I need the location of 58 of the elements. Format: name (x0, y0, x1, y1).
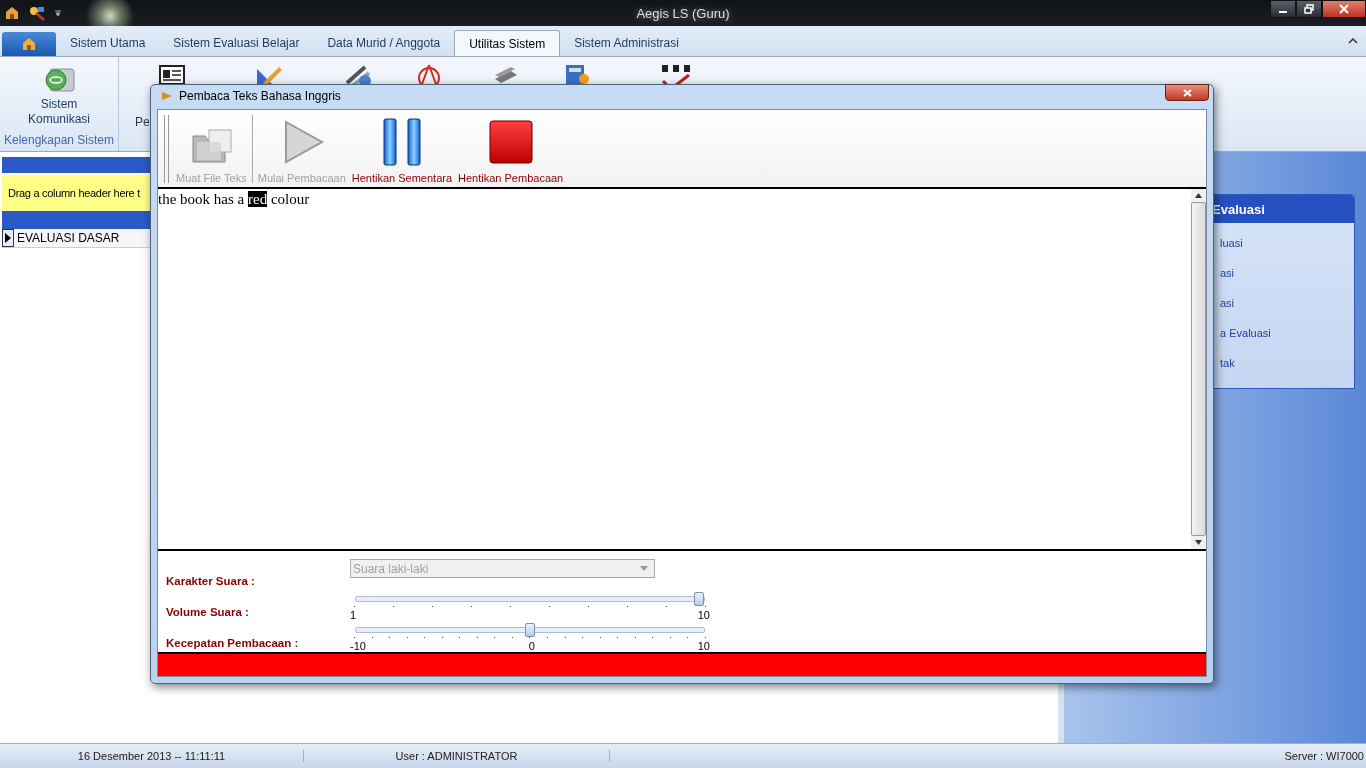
slider-thumb[interactable] (694, 592, 704, 606)
ribbon-tab[interactable]: Utilitas Sistem (454, 30, 561, 56)
ribbon-tab[interactable]: Sistem Utama (56, 30, 160, 56)
scroll-up-icon[interactable] (1195, 193, 1202, 198)
application-menu-button[interactable] (2, 32, 56, 56)
quick-access-icon[interactable] (28, 5, 46, 21)
task-link[interactable]: tak (1220, 355, 1354, 372)
close-button[interactable] (1165, 84, 1209, 101)
close-icon (1182, 88, 1192, 97)
task-link[interactable]: asi (1220, 295, 1354, 312)
task-link[interactable]: asi (1220, 265, 1354, 282)
status-server: Server : WI7000 (1284, 750, 1365, 762)
scrollbar[interactable] (1191, 189, 1206, 549)
customize-icon[interactable] (54, 9, 62, 17)
minimize-button[interactable] (1270, 0, 1296, 18)
setting-label: Karakter Suara : (166, 575, 256, 589)
stop-icon (486, 118, 535, 166)
slider-thumb[interactable] (525, 623, 535, 637)
close-button[interactable] (1322, 0, 1366, 18)
group-label: Kelengkapan Sistem (3, 133, 115, 147)
status-user: User : ADMINISTRATOR (304, 750, 610, 762)
table-cell: EVALUASI DASAR (17, 231, 120, 245)
tick-label: -10 (350, 640, 366, 652)
dialog-icon (161, 89, 173, 102)
task-pane-title: Evaluasi (1212, 201, 1265, 217)
task-link[interactable]: luasi (1220, 235, 1354, 252)
ribbon-button-label[interactable]: Pe (135, 115, 150, 129)
ribbon-tab[interactable]: Data Murid / Anggota (313, 30, 455, 56)
dropdown-arrow-icon (640, 566, 648, 571)
group-panel-hint: Drag a column header here t (8, 187, 140, 199)
tick-label: 10 (697, 609, 710, 621)
toolbar-button[interactable]: Hentikan Sementara (348, 115, 456, 187)
app-icon (4, 6, 20, 20)
ribbon-button[interactable]: Sistem Komunikasi (19, 57, 99, 127)
text-area[interactable]: the book has a red colour (158, 189, 1206, 551)
globe-envelope-icon (42, 65, 76, 95)
text-content: the book has a red colour (158, 191, 311, 208)
restore-icon (1304, 4, 1314, 14)
home-icon (21, 37, 37, 51)
tick-label: 1 (350, 609, 357, 621)
window-title: Aegis LS (Guru) (636, 5, 730, 21)
setting-label: Kecepatan Pembacaan : (166, 637, 300, 651)
toolbar-button[interactable]: Hentikan Pembacaan (455, 115, 567, 187)
document-icon[interactable] (159, 63, 185, 87)
dialog-title: Pembaca Teks Bahasa Inggris (179, 88, 341, 103)
ribbon-tab[interactable]: Sistem Administrasi (560, 30, 693, 56)
restore-button[interactable] (1296, 0, 1322, 18)
close-icon (1339, 4, 1349, 14)
scroll-down-icon[interactable] (1195, 540, 1202, 545)
ribbon-tab[interactable]: Sistem Evaluasi Belajar (159, 30, 314, 56)
setting-label: Volume Suara : (166, 606, 250, 620)
tick-label: 0 (528, 640, 535, 652)
collapse-ribbon-icon[interactable] (1348, 37, 1358, 45)
status-date: 16 Desember 2013 -- 11:11:11 (0, 750, 304, 762)
tick-label: 10 (697, 640, 710, 652)
row-indicator-icon (5, 233, 11, 243)
task-link[interactable]: a Evaluasi (1220, 325, 1354, 342)
minimize-icon (1279, 11, 1287, 13)
